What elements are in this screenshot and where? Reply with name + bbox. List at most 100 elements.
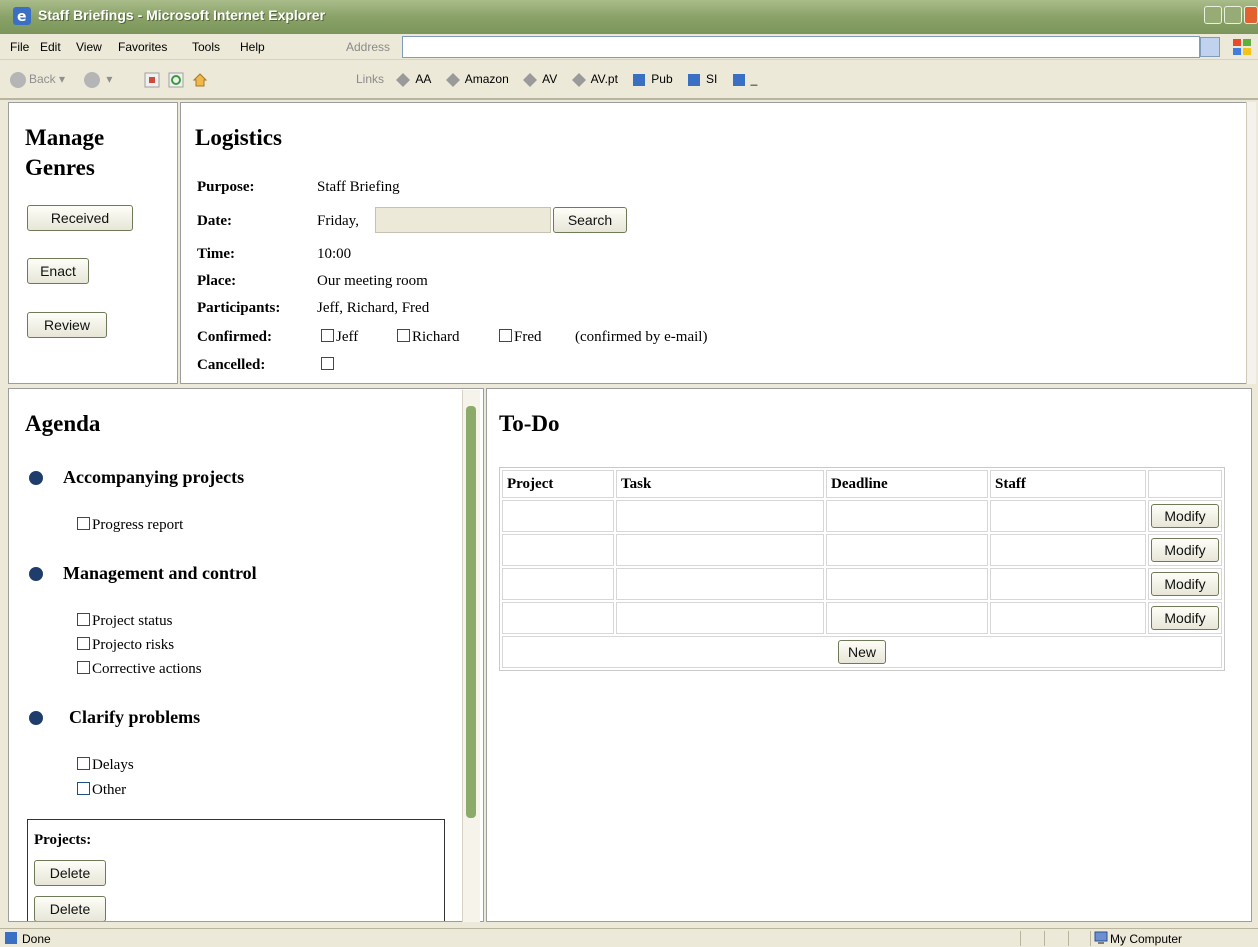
cell: Modify: [1148, 534, 1222, 566]
date-input[interactable]: [375, 207, 551, 233]
refresh-icon[interactable]: [168, 72, 184, 88]
agenda-section-3-heading: Clarify problems: [69, 707, 201, 727]
cancelled-checkbox-wrap[interactable]: [321, 357, 336, 374]
agenda-item-other[interactable]: Other: [77, 782, 126, 799]
bullet-icon: [29, 471, 43, 485]
purpose-label: Purpose:: [197, 179, 255, 195]
agenda-checkbox[interactable]: [77, 782, 90, 795]
agenda-checkbox[interactable]: [77, 637, 90, 650]
internet-explorer-icon: e: [13, 7, 31, 25]
participants-value: Jeff, Richard, Fred: [317, 300, 430, 316]
agenda-item-corrective-actions[interactable]: Corrective actions: [77, 661, 202, 678]
link-amazon[interactable]: Amazon: [445, 72, 509, 87]
agenda-checkbox[interactable]: [77, 517, 90, 530]
toolbar: Back ▾ ▾ Links AA Amazon AV AV.pt Pub SI…: [0, 60, 1258, 100]
cell: [826, 568, 988, 600]
stop-icon[interactable]: [144, 72, 160, 88]
agenda-item-delays[interactable]: Delays: [77, 757, 134, 774]
agenda-title: Agenda: [25, 411, 101, 436]
menu-edit[interactable]: Edit: [40, 40, 61, 54]
back-button[interactable]: Back ▾: [10, 72, 65, 88]
checkbox-richard[interactable]: [397, 329, 410, 342]
col-staff: Staff: [990, 470, 1146, 498]
page-done-icon: [5, 932, 17, 944]
modify-button[interactable]: Modify: [1151, 606, 1219, 630]
cell: [990, 534, 1146, 566]
forward-button[interactable]: ▾: [84, 72, 112, 88]
link-aa[interactable]: AA: [395, 72, 431, 87]
cancelled-checkbox[interactable]: [321, 357, 334, 370]
link-av[interactable]: AV: [522, 72, 557, 87]
minimize-button[interactable]: [1204, 6, 1222, 24]
purpose-value: Staff Briefing: [317, 179, 400, 195]
cell: [990, 500, 1146, 532]
cell: [616, 602, 824, 634]
computer-icon: [1094, 931, 1108, 944]
address-label: Address: [346, 40, 391, 54]
checkbox-jeff[interactable]: [321, 329, 334, 342]
received-button[interactable]: Received: [27, 205, 133, 231]
confirmed-jeff[interactable]: Jeff: [321, 329, 358, 346]
agenda-checkbox[interactable]: [77, 613, 90, 626]
agenda-item-progress-report[interactable]: Progress report: [77, 517, 183, 534]
table-row: Modify: [502, 534, 1222, 566]
cell: [616, 534, 824, 566]
link-more[interactable]: _: [731, 72, 757, 86]
status-text: Done: [22, 932, 51, 946]
enact-button[interactable]: Enact: [27, 258, 89, 284]
forward-arrow-icon: [84, 72, 100, 88]
link-si[interactable]: SI: [686, 72, 717, 86]
link-pub[interactable]: Pub: [631, 72, 673, 86]
agenda-scroll-thumb[interactable]: [466, 406, 476, 818]
cell: [616, 500, 824, 532]
link-diamond-icon: [571, 73, 586, 87]
todo-frame: To-Do Project Task Deadline Staff Modify…: [486, 388, 1252, 922]
todo-header-row: Project Task Deadline Staff: [502, 470, 1222, 498]
search-button[interactable]: Search: [553, 207, 627, 233]
delete-project-button-2[interactable]: Delete: [34, 896, 106, 921]
review-button[interactable]: Review: [27, 312, 107, 338]
status-divider: [1068, 931, 1069, 946]
confirmed-label: Confirmed:: [197, 329, 272, 345]
projects-label: Projects:: [34, 832, 92, 848]
status-bar: Done My Computer: [0, 928, 1258, 947]
cell: Modify: [1148, 568, 1222, 600]
confirmed-richard[interactable]: Richard: [397, 329, 459, 346]
menu-favorites[interactable]: Favorites: [118, 40, 167, 54]
title-bar: e Staff Briefings - Microsoft Internet E…: [0, 0, 1258, 34]
security-zone: My Computer: [1110, 932, 1183, 946]
home-icon[interactable]: [192, 72, 208, 88]
maximize-button[interactable]: [1224, 6, 1242, 24]
logistics-frame: Logistics Purpose: Staff Briefing Date: …: [180, 102, 1252, 384]
new-task-button[interactable]: New: [838, 640, 886, 664]
modify-button[interactable]: Modify: [1151, 504, 1219, 528]
page-icon: [633, 74, 646, 86]
link-av-pt[interactable]: AV.pt: [571, 72, 618, 87]
projects-box: Projects: Delete Delete: [27, 819, 445, 921]
close-button[interactable]: [1244, 6, 1258, 24]
cell: [990, 602, 1146, 634]
menu-tools[interactable]: Tools: [192, 40, 220, 54]
modify-button[interactable]: Modify: [1151, 572, 1219, 596]
cell: [502, 534, 614, 566]
confirmed-fred[interactable]: Fred: [499, 329, 542, 346]
address-input[interactable]: [407, 39, 1167, 55]
place-value: Our meeting room: [317, 273, 428, 289]
address-dropdown-button[interactable]: [1200, 37, 1220, 57]
agenda-item-project-risks[interactable]: Projecto risks: [77, 637, 174, 654]
logistics-scrollbar[interactable]: [1246, 102, 1256, 384]
agenda-item-project-status[interactable]: Project status: [77, 613, 172, 630]
address-bar[interactable]: [402, 36, 1200, 58]
cell: Modify: [1148, 500, 1222, 532]
menu-file[interactable]: File: [10, 40, 29, 54]
delete-project-button-1[interactable]: Delete: [34, 860, 106, 886]
checkbox-fred[interactable]: [499, 329, 512, 342]
windows-logo-icon: [1233, 39, 1251, 55]
modify-button[interactable]: Modify: [1151, 538, 1219, 562]
status-divider: [1020, 931, 1021, 946]
menu-view[interactable]: View: [76, 40, 102, 54]
menu-help[interactable]: Help: [240, 40, 265, 54]
agenda-checkbox[interactable]: [77, 757, 90, 770]
logistics-title: Logistics: [195, 125, 282, 150]
agenda-checkbox[interactable]: [77, 661, 90, 674]
